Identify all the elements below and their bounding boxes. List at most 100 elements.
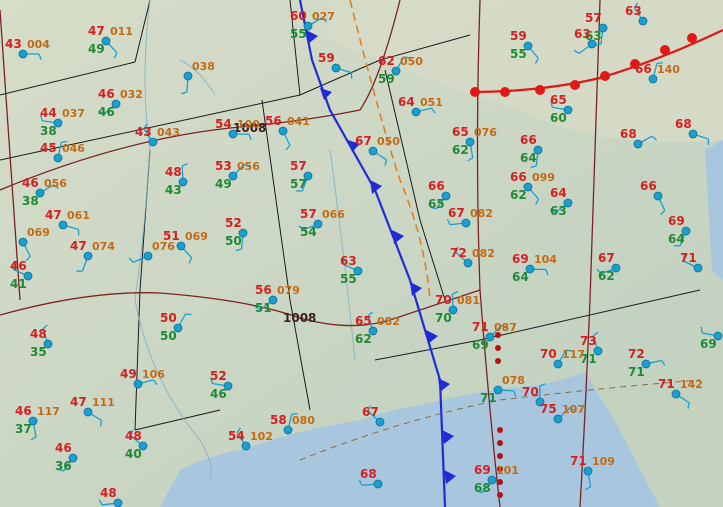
station-temperature: 51 — [163, 229, 180, 243]
station-dewpoint: 46 — [210, 387, 227, 401]
station-pressure: 080 — [292, 414, 315, 427]
station-pressure: 102 — [250, 430, 273, 443]
isobar-label-south: 1008 — [283, 311, 316, 325]
station-dewpoint: 41 — [10, 277, 27, 291]
station-temperature: 43 — [5, 37, 22, 51]
station-pressure: 069 — [27, 226, 50, 239]
station-temperature: 67 — [598, 251, 615, 265]
station-pressure: 050 — [400, 55, 423, 68]
station-temperature: 71 — [658, 377, 675, 391]
wind-barb-feather — [185, 313, 192, 316]
station-pressure: 087 — [494, 321, 517, 334]
station-temperature: 47 — [70, 395, 87, 409]
station-circle — [53, 153, 63, 163]
station-temperature: 63 — [340, 254, 357, 268]
station-temperature: 66 — [640, 179, 657, 193]
station-dewpoint: 55 — [510, 47, 527, 61]
station-temperature: 48 — [30, 327, 47, 341]
station-temperature: 52 — [225, 216, 242, 230]
station-temperature: 46 — [22, 176, 39, 190]
station-pressure: 038 — [192, 60, 215, 73]
station-dewpoint: 55 — [290, 27, 307, 41]
station-temperature: 57 — [585, 11, 602, 25]
station-pressure: 032 — [120, 88, 143, 101]
station-dewpoint: 50 — [160, 329, 177, 343]
station-temperature: 67 — [448, 206, 465, 220]
station-temperature: 56 — [255, 283, 272, 297]
station-temperature: 58 — [270, 413, 287, 427]
station-temperature: 50 — [160, 311, 177, 325]
station-pressure: 079 — [277, 284, 300, 297]
station-circle — [18, 49, 28, 59]
station-dewpoint: 62 — [355, 332, 372, 346]
station-temperature: 57 — [290, 159, 307, 173]
station-temperature: 66 — [428, 179, 445, 193]
station-pressure: 107 — [562, 403, 585, 416]
station-pressure: 099 — [532, 171, 555, 184]
station-temperature: 46 — [15, 404, 32, 418]
station-circle — [638, 16, 648, 26]
station-temperature: 59 — [318, 51, 335, 65]
station-dewpoint: 50 — [225, 234, 242, 248]
station-circle — [373, 479, 383, 489]
station-circle — [228, 129, 238, 139]
station-circle — [587, 39, 597, 49]
station-pressure: 140 — [657, 63, 680, 76]
station-pressure: 046 — [62, 142, 85, 155]
station-pressure: 004 — [27, 38, 50, 51]
station-temperature: 66 — [510, 170, 527, 184]
station-circle — [331, 63, 341, 73]
station-temperature: 49 — [120, 367, 137, 381]
station-dewpoint: 36 — [55, 459, 72, 473]
station-pressure: 082 — [377, 315, 400, 328]
station-pressure: 104 — [534, 253, 557, 266]
station-pressure: 011 — [110, 25, 133, 38]
station-temperature: 68 — [620, 127, 637, 141]
station-dewpoint: 55 — [340, 272, 357, 286]
station-temperature: 60 — [290, 9, 307, 23]
station-circle — [241, 441, 251, 451]
station-temperature: 72 — [450, 246, 467, 260]
station-temperature: 70 — [435, 293, 452, 307]
station-dewpoint: 37 — [15, 422, 32, 436]
station-pressure: 117 — [562, 348, 585, 361]
station-temperature: 46 — [55, 441, 72, 455]
station-pressure: 082 — [472, 247, 495, 260]
station-pressure: 027 — [312, 10, 335, 23]
station-temperature: 57 — [300, 207, 317, 221]
station-temperature: 54 — [215, 117, 232, 131]
station-dewpoint: 69 — [700, 337, 717, 351]
station-dewpoint: 70 — [435, 311, 452, 325]
station-pressure: 041 — [287, 115, 310, 128]
station-temperature: 66 — [635, 62, 652, 76]
station-pressure: 050 — [377, 135, 400, 148]
station-circle — [633, 139, 643, 149]
station-dewpoint: 69 — [472, 338, 489, 352]
station-circle — [375, 417, 385, 427]
station-temperature: 70 — [540, 347, 557, 361]
station-temperature: 69 — [668, 214, 685, 228]
station-temperature: 64 — [398, 95, 415, 109]
station-dewpoint: 64 — [520, 151, 537, 165]
station-pressure: 037 — [62, 107, 85, 120]
station-temperature: 44 — [40, 106, 57, 120]
station-dewpoint: 60 — [550, 111, 567, 125]
station-circle — [461, 218, 471, 228]
station-pressure: 117 — [37, 405, 60, 418]
station-pressure: 142 — [680, 378, 703, 391]
station-temperature: 72 — [628, 347, 645, 361]
station-temperature: 52 — [210, 369, 227, 383]
station-circle — [278, 126, 288, 136]
station-pressure: 074 — [92, 240, 115, 253]
station-circle — [411, 107, 421, 117]
station-circle — [583, 466, 593, 476]
station-dewpoint: 63 — [550, 204, 567, 218]
station-temperature: 53 — [215, 159, 232, 173]
station-dewpoint: 46 — [98, 105, 115, 119]
station-temperature: 56 — [265, 114, 282, 128]
station-pressure: 082 — [470, 207, 493, 220]
station-temperature: 46 — [10, 259, 27, 273]
station-circle — [648, 74, 658, 84]
station-dewpoint: 35 — [30, 345, 47, 359]
station-pressure: 111 — [92, 396, 115, 409]
